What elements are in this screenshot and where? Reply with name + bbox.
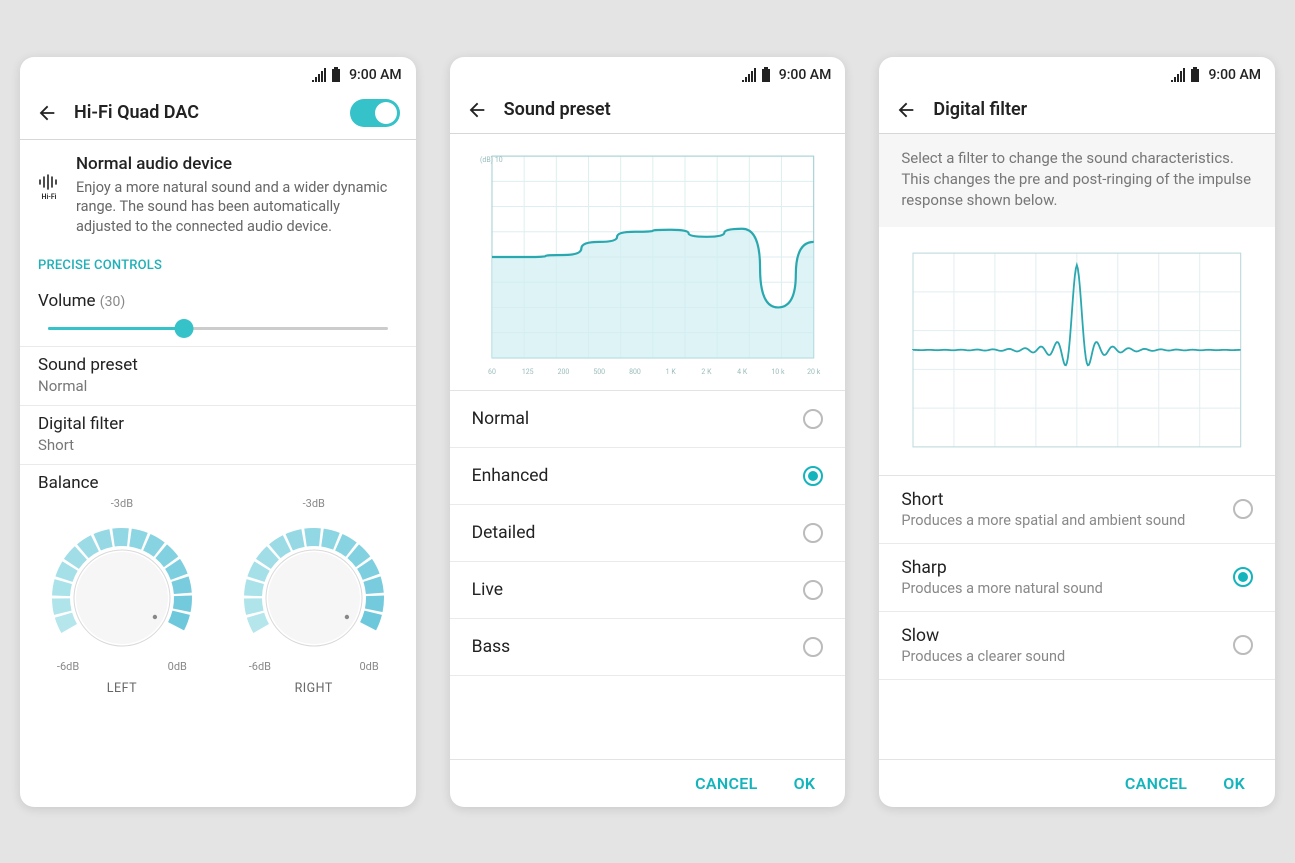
- svg-text:60: 60: [488, 367, 496, 375]
- page-title: Sound preset: [504, 99, 830, 120]
- dialog-actions: CANCEL OK: [450, 759, 846, 807]
- radio-icon: [803, 637, 823, 657]
- svg-text:2 K: 2 K: [701, 367, 712, 375]
- device-info: Hi-Fi Normal audio device Enjoy a more n…: [20, 140, 416, 251]
- page-title: Hi-Fi Quad DAC: [74, 102, 334, 123]
- app-bar: Hi-Fi Quad DAC: [20, 89, 416, 140]
- status-bar: 9:00 AM: [450, 57, 846, 89]
- svg-text:20 k: 20 k: [807, 367, 821, 375]
- filter-option-short[interactable]: Short Produces a more spatial and ambien…: [879, 476, 1275, 544]
- svg-text:800: 800: [629, 367, 641, 375]
- balance-label: Balance: [38, 473, 398, 493]
- device-title: Normal audio device: [76, 154, 398, 174]
- filter-option-slow[interactable]: Slow Produces a clearer sound: [879, 612, 1275, 680]
- status-bar: 9:00 AM: [879, 57, 1275, 89]
- sound-preset-row[interactable]: Sound preset Normal: [20, 347, 416, 406]
- preset-option-enhanced[interactable]: Enhanced: [450, 448, 846, 505]
- status-time: 9:00 AM: [779, 67, 832, 83]
- radio-icon: [1233, 567, 1253, 587]
- hifi-icon: Hi-Fi: [38, 174, 60, 204]
- preset-option-detailed[interactable]: Detailed: [450, 505, 846, 562]
- svg-text:4 K: 4 K: [737, 367, 748, 375]
- svg-text:Hi-Fi: Hi-Fi: [41, 193, 56, 200]
- device-desc: Enjoy a more natural sound and a wider d…: [76, 178, 398, 237]
- signal-icon: [741, 68, 757, 82]
- cancel-button[interactable]: CANCEL: [695, 774, 757, 793]
- screen-sound-preset: 9:00 AM Sound preset 60 125 200 500 800 1 K 2 …: [450, 57, 846, 807]
- preset-option-live[interactable]: Live: [450, 562, 846, 619]
- preset-option-bass[interactable]: Bass: [450, 619, 846, 676]
- balance-knobs: -3dB -6dB 0dB LEFT -3dB -6dB 0dB RIGHT: [20, 493, 416, 696]
- ok-button[interactable]: OK: [794, 774, 816, 793]
- volume-slider[interactable]: [48, 327, 388, 330]
- signal-icon: [1170, 68, 1186, 82]
- volume-value: (30): [100, 294, 125, 310]
- page-title: Digital filter: [933, 99, 1259, 120]
- signal-icon: [311, 68, 327, 82]
- filter-option-sharp[interactable]: Sharp Produces a more natural sound: [879, 544, 1275, 612]
- digital-filter-value: Short: [38, 436, 398, 454]
- app-bar: Sound preset: [450, 89, 846, 134]
- impulse-chart: [907, 247, 1247, 457]
- battery-icon: [1190, 67, 1200, 83]
- battery-icon: [761, 67, 771, 83]
- dialog-actions: CANCEL OK: [879, 759, 1275, 807]
- section-precise-controls: PRECISE CONTROLS: [20, 250, 416, 283]
- svg-text:200: 200: [557, 367, 569, 375]
- status-time: 9:00 AM: [349, 67, 402, 83]
- status-time: 9:00 AM: [1208, 67, 1261, 83]
- svg-text:1 K: 1 K: [665, 367, 676, 375]
- svg-text:500: 500: [593, 367, 605, 375]
- back-icon[interactable]: [895, 99, 917, 121]
- radio-icon: [1233, 499, 1253, 519]
- filter-list: Short Produces a more spatial and ambien…: [879, 476, 1275, 759]
- impulse-graph: [879, 227, 1275, 476]
- screen-hifi-dac: 9:00 AM Hi-Fi Quad DAC Hi-Fi: [20, 57, 416, 807]
- radio-icon: [803, 466, 823, 486]
- screen-digital-filter: 9:00 AM Digital filter Select a filter t…: [879, 57, 1275, 807]
- digital-filter-row[interactable]: Digital filter Short: [20, 406, 416, 465]
- dac-toggle[interactable]: [350, 99, 400, 127]
- filter-info: Select a filter to change the sound char…: [879, 134, 1275, 227]
- digital-filter-label: Digital filter: [38, 414, 398, 434]
- preset-list: Normal Enhanced Detailed Live Bass: [450, 391, 846, 759]
- volume-label: Volume: [38, 291, 96, 311]
- app-bar: Digital filter: [879, 89, 1275, 134]
- radio-icon: [803, 580, 823, 600]
- knob-right-svg: [234, 512, 394, 672]
- eq-graph: 60 125 200 500 800 1 K 2 K 4 K 10 k 20 k (dB) 10: [450, 134, 846, 391]
- svg-text:(dB) 10: (dB) 10: [480, 156, 503, 164]
- balance-knob-right[interactable]: -3dB -6dB 0dB RIGHT: [234, 497, 394, 696]
- status-bar: 9:00 AM: [20, 57, 416, 89]
- radio-icon: [1233, 635, 1253, 655]
- eq-chart: 60 125 200 500 800 1 K 2 K 4 K 10 k 20 k (dB) 10: [474, 148, 822, 378]
- radio-icon: [803, 523, 823, 543]
- knob-left-svg: [42, 512, 202, 672]
- battery-icon: [331, 67, 341, 83]
- back-icon[interactable]: [466, 99, 488, 121]
- back-icon[interactable]: [36, 102, 58, 124]
- balance-knob-left[interactable]: -3dB -6dB 0dB LEFT: [42, 497, 202, 696]
- sound-preset-label: Sound preset: [38, 355, 398, 375]
- svg-text:125: 125: [522, 367, 534, 375]
- radio-icon: [803, 409, 823, 429]
- ok-button[interactable]: OK: [1223, 774, 1245, 793]
- preset-option-normal[interactable]: Normal: [450, 391, 846, 448]
- volume-row[interactable]: Volume (30): [20, 283, 416, 347]
- cancel-button[interactable]: CANCEL: [1125, 774, 1187, 793]
- svg-text:10 k: 10 k: [771, 367, 785, 375]
- sound-preset-value: Normal: [38, 377, 398, 395]
